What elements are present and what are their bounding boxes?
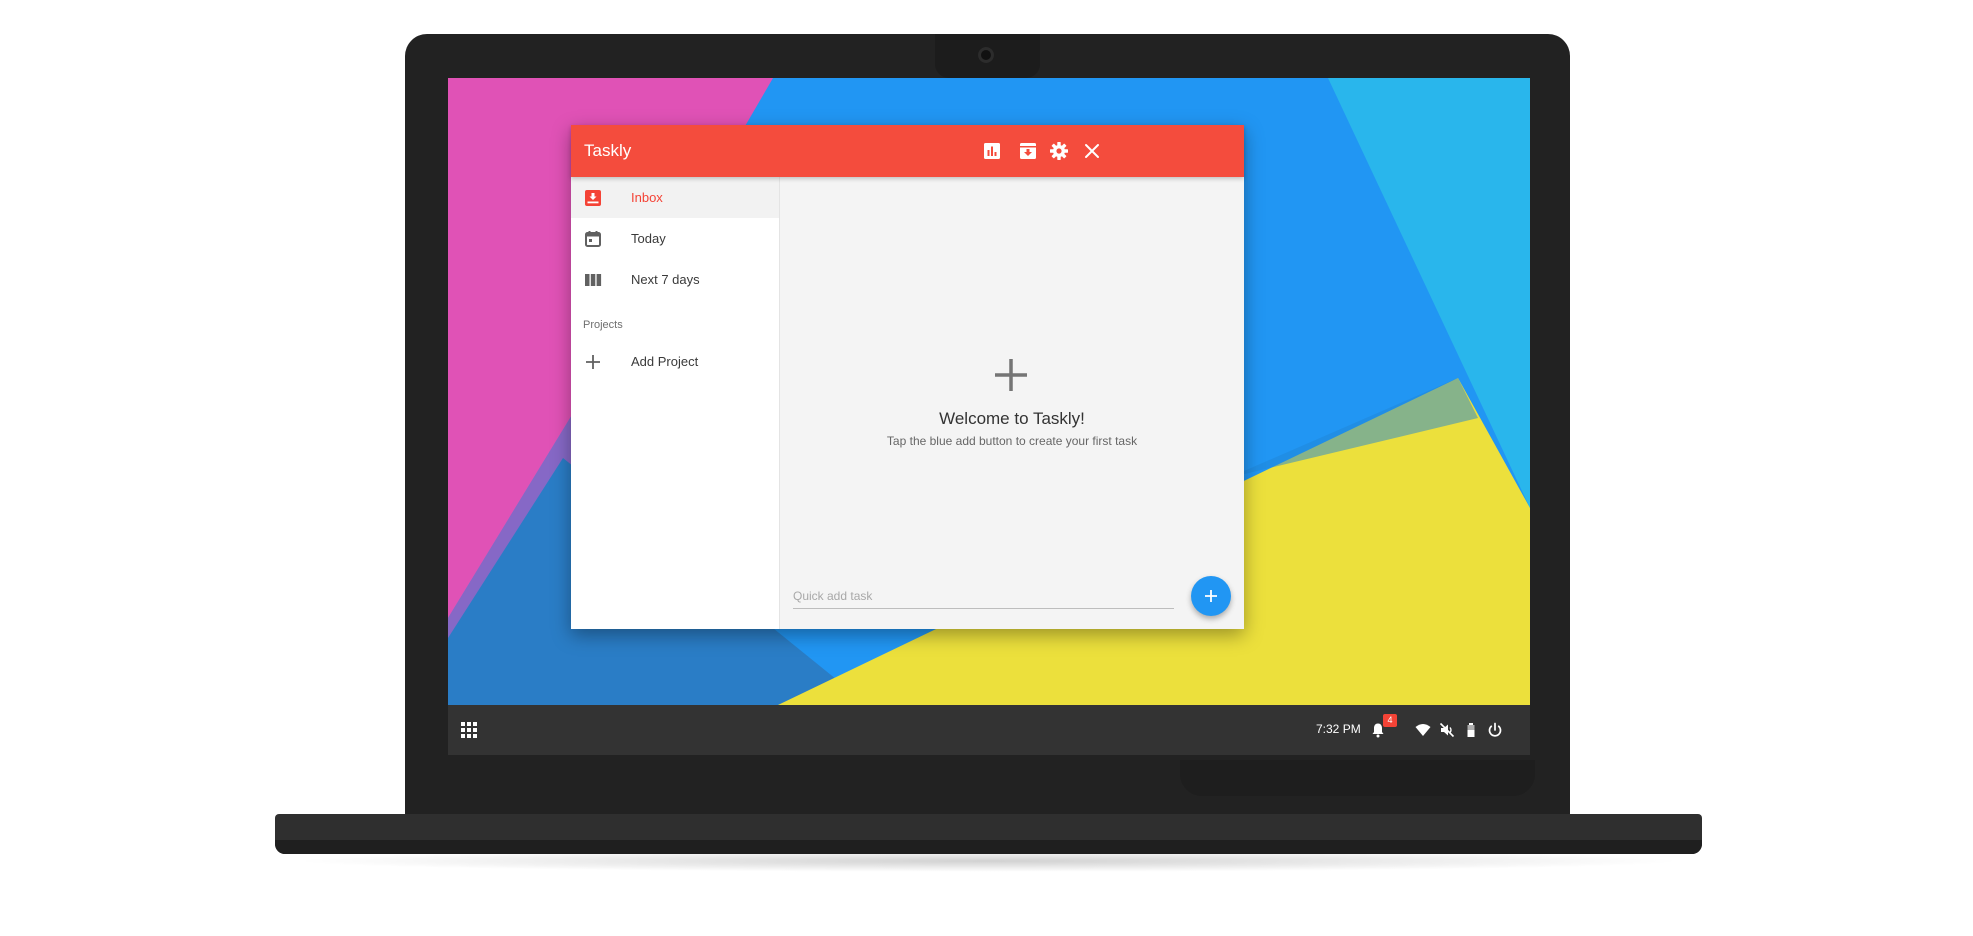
bar-chart-icon[interactable] — [982, 141, 1002, 161]
screen: Taskly Inbox Today Next 7 days Projects … — [448, 78, 1530, 755]
quick-add-task-input[interactable] — [793, 584, 1174, 609]
close-icon[interactable] — [1082, 141, 1102, 161]
webcam-icon — [978, 47, 994, 63]
inbox-icon — [584, 189, 602, 207]
sidebar-item-label: Inbox — [631, 190, 663, 205]
app-launcher-icon[interactable] — [460, 721, 478, 739]
calendar-icon — [584, 230, 602, 248]
taskly-window: Taskly Inbox Today Next 7 days Projects … — [571, 125, 1244, 629]
sidebar-item-inbox[interactable]: Inbox — [571, 177, 779, 218]
plus-icon — [584, 353, 602, 371]
settings-icon[interactable] — [1049, 141, 1069, 161]
sidebar: Inbox Today Next 7 days Projects Add Pro… — [571, 177, 780, 629]
welcome-subtitle: Tap the blue add button to create your f… — [886, 434, 1138, 448]
sidebar-item-label: Next 7 days — [631, 272, 700, 287]
notification-count-badge: 4 — [1383, 714, 1397, 727]
sidebar-item-next-7-days[interactable]: Next 7 days — [571, 259, 779, 300]
wifi-icon[interactable] — [1415, 722, 1431, 738]
sidebar-item-today[interactable]: Today — [571, 218, 779, 259]
battery-icon[interactable] — [1463, 722, 1479, 738]
power-icon[interactable] — [1487, 722, 1503, 738]
main-content: Welcome to Taskly! Tap the blue add butt… — [780, 177, 1244, 629]
add-task-button[interactable] — [1191, 576, 1231, 616]
taskbar: 7:32 PM 4 — [448, 705, 1530, 755]
volume-muted-icon[interactable] — [1439, 722, 1455, 738]
plus-icon — [1205, 590, 1217, 602]
welcome-plus-icon — [995, 359, 1027, 391]
week-columns-icon — [584, 271, 602, 289]
sidebar-item-label: Today — [631, 231, 666, 246]
welcome-title: Welcome to Taskly! — [939, 409, 1085, 428]
app-title: Taskly — [584, 141, 632, 160]
add-project-label: Add Project — [631, 354, 699, 369]
clock[interactable]: 7:32 PM — [1316, 722, 1361, 736]
laptop-base-edge — [275, 840, 1702, 854]
projects-section-label: Projects — [583, 319, 623, 331]
laptop-hinge — [1180, 760, 1535, 796]
add-project-button[interactable]: Add Project — [571, 341, 779, 382]
archive-icon[interactable] — [1018, 141, 1038, 161]
title-bar: Taskly — [571, 125, 1244, 177]
